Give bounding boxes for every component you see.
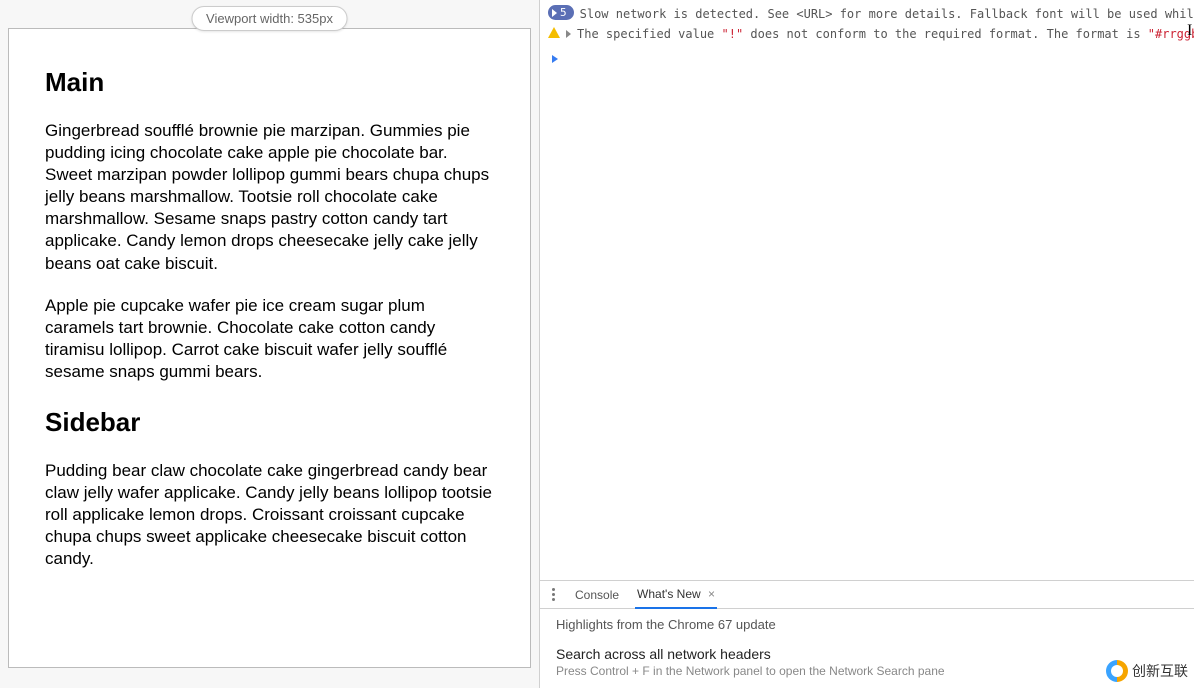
drawer-menu-button[interactable] <box>548 588 559 601</box>
devtools-panel: 5 Slow network is detected. See <URL> fo… <box>540 0 1194 688</box>
drawer-body: Highlights from the Chrome 67 update Sea… <box>540 609 1194 688</box>
console-warning-message: The specified value "!" does not conform… <box>577 25 1194 43</box>
console-prompt[interactable] <box>548 44 1186 74</box>
main-heading: Main <box>45 67 494 98</box>
viewport-width-pill: Viewport width: 535px <box>191 6 348 31</box>
sidebar-heading: Sidebar <box>45 407 494 438</box>
preview-pane: Viewport width: 535px Main Gingerbread s… <box>0 0 540 688</box>
text-cursor-icon: I <box>1187 22 1188 38</box>
whats-new-section-title: Search across all network headers <box>556 646 1178 662</box>
console-count-badge[interactable]: 5 <box>548 5 574 20</box>
rendered-page-frame[interactable]: Main Gingerbread soufflé brownie pie mar… <box>8 28 531 668</box>
console-warning-row[interactable]: The specified value "!" does not conform… <box>548 24 1186 44</box>
console-output[interactable]: 5 Slow network is detected. See <URL> fo… <box>540 0 1194 580</box>
expand-caret-icon <box>552 9 557 17</box>
console-info-row[interactable]: 5 Slow network is detected. See <URL> fo… <box>548 4 1186 24</box>
close-icon[interactable]: × <box>708 587 715 601</box>
main-paragraph-2: Apple pie cupcake wafer pie ice cream su… <box>45 295 494 383</box>
whats-new-subtitle: Highlights from the Chrome 67 update <box>556 617 1178 632</box>
tab-whats-new[interactable]: What's New × <box>635 581 717 609</box>
console-info-message: Slow network is detected. See <URL> for … <box>580 5 1194 23</box>
devtools-drawer: Console What's New × Highlights from the… <box>540 580 1194 688</box>
main-paragraph-1: Gingerbread soufflé brownie pie marzipan… <box>45 120 494 275</box>
prompt-caret-icon <box>552 55 558 63</box>
tab-whats-new-label: What's New <box>637 587 701 601</box>
badge-count: 5 <box>560 5 567 20</box>
drawer-tabstrip: Console What's New × <box>540 581 1194 609</box>
warning-icon <box>548 27 560 38</box>
expand-caret-icon[interactable] <box>566 30 571 38</box>
sidebar-paragraph-1: Pudding bear claw chocolate cake gingerb… <box>45 460 494 570</box>
whats-new-hint: Press Control + F in the Network panel t… <box>556 664 1178 678</box>
tab-console[interactable]: Console <box>573 582 621 608</box>
